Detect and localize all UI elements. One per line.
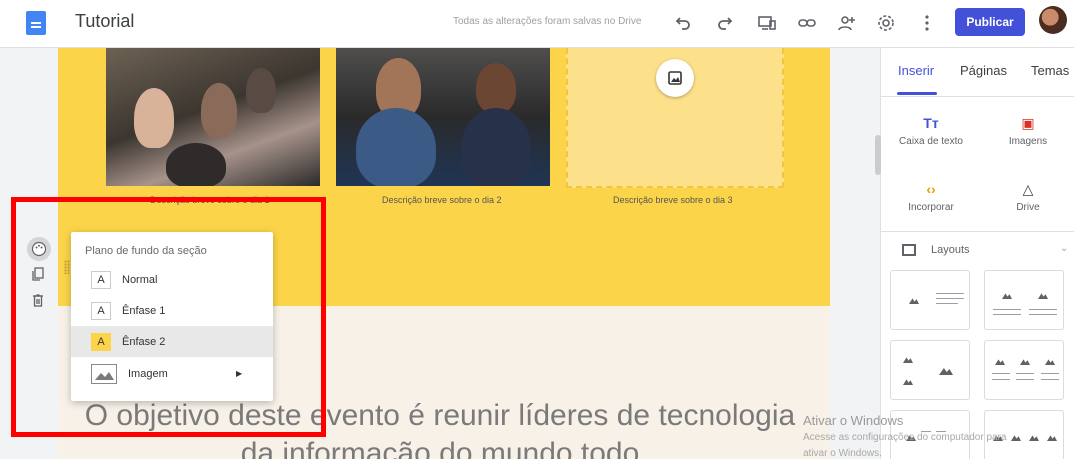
menu-item-label: Normal [122,273,158,286]
menu-item-image[interactable]: Imagem ▶ [71,358,273,389]
insert-embed[interactable]: ‹› Incorporar [891,178,971,213]
insert-item-label: Caixa de texto [899,136,963,147]
insert-item-label: Drive [1016,202,1040,213]
preview-icon[interactable] [754,10,780,36]
embed-icon: ‹› [926,181,936,197]
swatch-emphasis-2: A [91,332,111,351]
undo-icon[interactable] [670,10,696,36]
caption-day-1[interactable]: Descrição breve sobre o dia 1 [150,195,270,205]
menu-item-label: Ênfase 2 [122,335,166,348]
tab-themes[interactable]: Temas [1031,63,1069,78]
layout-card[interactable] [890,340,970,400]
insert-images[interactable]: ▣ Imagens [988,112,1068,148]
avatar[interactable] [1039,6,1067,34]
google-sites-editor: Tutorial Todas as alterações foram salva… [0,0,1074,459]
menu-item-label: Imagem [128,367,168,380]
windows-activation-text-2: ativar o Windows. [803,448,882,459]
menu-item-label: Ênfase 1 [122,304,166,317]
share-add-person-icon[interactable] [834,10,860,36]
settings-gear-icon[interactable] [873,10,899,36]
layouts-icon [902,244,916,256]
layout-card[interactable] [984,270,1064,330]
drive-icon: △ [1022,180,1034,197]
insert-text-box[interactable]: Tт Caixa de texto [891,112,971,147]
duplicate-section-icon[interactable] [27,263,49,285]
layout-card[interactable] [890,270,970,330]
layout-card[interactable] [984,340,1064,400]
canvas-scrollbar[interactable] [875,135,881,175]
publish-button[interactable]: Publicar [955,8,1025,36]
caption-day-3[interactable]: Descrição breve sobre o dia 3 [613,195,733,205]
tab-pages[interactable]: Páginas [960,63,1007,78]
delete-section-icon[interactable] [27,289,49,311]
site-title[interactable]: Tutorial [75,11,134,32]
sites-logo-icon[interactable] [26,11,46,35]
swatch-emphasis-1: A [91,301,111,320]
insert-item-label: Imagens [1008,136,1048,147]
save-status: Todas as alterações foram salvas no Driv… [453,16,642,27]
heading-line-2[interactable]: da informação do mundo todo [0,437,880,459]
windows-activation-text: Acesse as configurações do computador pa… [803,432,1007,443]
menu-title: Plano de fundo da seção [85,245,207,257]
add-image-icon[interactable] [656,59,694,97]
redo-icon[interactable] [712,10,738,36]
heading-line-1[interactable]: O objetivo deste evento é reunir líderes… [0,399,880,433]
palette-icon[interactable] [27,237,51,261]
insert-item-label: Incorporar [908,202,954,213]
windows-activation-title: Ativar o Windows [803,413,904,428]
top-bar: Tutorial Todas as alterações foram salva… [0,0,1074,48]
collapse-icon[interactable]: ⌄ [1060,243,1068,254]
divider [881,231,1074,232]
divider [881,96,1074,97]
menu-item-emphasis-1[interactable]: A Ênfase 1 [71,295,273,326]
menu-item-normal[interactable]: A Normal [71,264,273,295]
image-day-2[interactable] [336,48,550,186]
submenu-arrow-icon: ▶ [236,369,243,378]
section-drag-handle[interactable] [64,260,70,274]
text-box-icon: Tт [923,115,939,131]
images-icon: ▣ [1021,114,1035,131]
more-vert-icon[interactable] [914,10,940,36]
menu-item-emphasis-2[interactable]: A Ênfase 2 [71,326,273,357]
layouts-header[interactable]: Layouts [931,244,970,256]
active-tab-indicator [897,92,937,95]
image-day-1[interactable] [106,48,320,186]
link-icon[interactable] [794,10,820,36]
section-background-menu: Plano de fundo da seção A Normal A Ênfas… [71,232,273,401]
caption-day-2[interactable]: Descrição breve sobre o dia 2 [382,195,502,205]
image-swatch-icon [91,363,117,384]
insert-drive[interactable]: △ Drive [988,178,1068,214]
swatch-normal: A [91,270,111,289]
tab-insert[interactable]: Inserir [898,63,934,78]
